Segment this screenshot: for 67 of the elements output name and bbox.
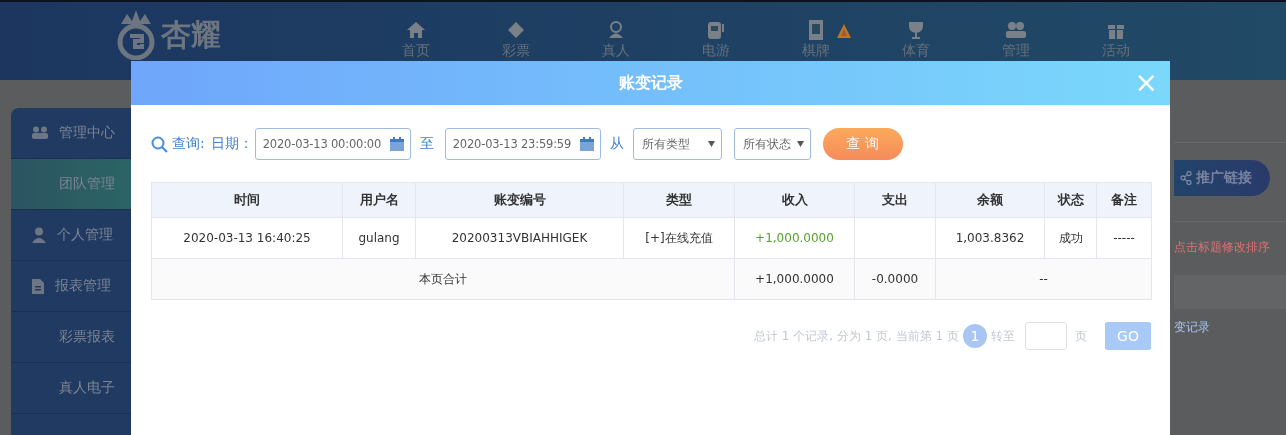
page-label: 页 <box>1075 327 1087 345</box>
nav-link[interactable]: 真人 <box>566 2 666 58</box>
slot-machine-icon <box>706 20 726 40</box>
calendar-icon <box>578 136 595 152</box>
person-icon <box>31 227 47 243</box>
column-header: 收入 <box>734 182 855 218</box>
nav-link[interactable]: 体育 <box>866 2 966 58</box>
column-header: 备注 <box>1096 182 1152 218</box>
table-cell: -0.0000 <box>854 258 936 300</box>
column-header: 时间 <box>151 182 343 218</box>
column-header: 类型 <box>623 182 735 218</box>
record-link[interactable]: 变记录 <box>1174 319 1286 336</box>
from-label: 从 <box>609 135 624 153</box>
person-icon <box>607 21 625 39</box>
table-cell: ----- <box>1096 217 1152 259</box>
sidebar-item[interactable]: 团队管理 <box>11 159 131 210</box>
table-cell: 1,003.8362 <box>935 217 1045 259</box>
table-cell: +1,000.0000 <box>734 217 855 259</box>
nav-link[interactable]: 管理 <box>966 2 1066 58</box>
page-number[interactable]: 1 <box>963 324 987 348</box>
summary-label: 本页合计 <box>151 258 735 300</box>
column-header: 余额 <box>935 182 1045 218</box>
table-cell: 2020-03-13 16:40:25 <box>151 217 343 259</box>
document-icon <box>31 277 45 295</box>
table-cell: [+]在线充值 <box>623 217 735 259</box>
nav-link[interactable]: 活动 <box>1066 2 1166 58</box>
query-label: 查询: <box>172 135 205 153</box>
table-cell: 成功 <box>1044 217 1097 259</box>
warning-triangle-icon <box>836 23 852 39</box>
house-icon <box>406 21 426 39</box>
calendar-icon <box>388 136 405 152</box>
date-label: 日期： <box>210 135 253 153</box>
people-icon <box>1004 21 1028 39</box>
people-icon <box>31 126 49 140</box>
goto-label: 转至 <box>991 327 1015 345</box>
start-date-field[interactable]: 2020-03-13 00:00:00 <box>254 128 411 160</box>
to-label: 至 <box>419 135 434 153</box>
trophy-icon <box>906 20 926 40</box>
modal-title: 账变记录 <box>618 72 683 94</box>
column-header: 支出 <box>854 182 936 218</box>
table-cell: gulang <box>342 217 416 259</box>
end-date-field[interactable]: 2020-03-13 23:59:59 <box>444 128 601 160</box>
hint-text: 点击标题修改排序 <box>1174 239 1271 256</box>
mahjong-tile-icon <box>808 19 824 41</box>
column-header: 账变编号 <box>415 182 624 218</box>
type-select[interactable]: 所有类型 <box>632 128 722 160</box>
page-input[interactable] <box>1025 322 1067 350</box>
table-cell: -- <box>935 258 1152 300</box>
search-icon <box>151 135 168 153</box>
column-header: 用户名 <box>342 182 416 218</box>
ticket-icon <box>507 21 525 39</box>
dropdown-arrow-icon <box>796 141 804 147</box>
table-cell: 20200313VBIAHHIGEK <box>415 217 624 259</box>
share-icon <box>1180 171 1192 185</box>
go-button[interactable]: GO <box>1105 322 1151 350</box>
promo-link-button[interactable]: 推广链接 <box>1174 160 1270 196</box>
status-select[interactable]: 所有状态 <box>733 128 811 160</box>
nav-link[interactable]: 棋牌 <box>766 2 866 58</box>
nav-link[interactable]: 首页 <box>366 2 466 58</box>
column-header: 状态 <box>1044 182 1097 218</box>
close-button[interactable]: × <box>1132 69 1160 97</box>
table-cell: +1,000.0000 <box>734 258 855 300</box>
dropdown-arrow-icon <box>707 141 715 147</box>
logo-text: 杏耀 <box>161 20 221 50</box>
nav-link[interactable]: 彩票 <box>466 2 566 58</box>
query-button[interactable]: 查 询 <box>822 128 903 160</box>
nav-link[interactable]: 电游 <box>666 2 766 58</box>
